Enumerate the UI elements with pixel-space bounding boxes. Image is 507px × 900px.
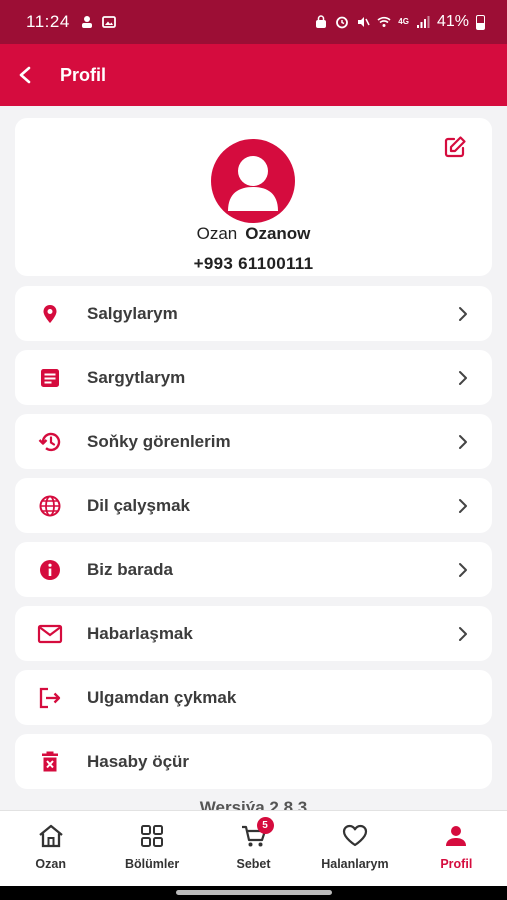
nav-label: Profil xyxy=(440,857,473,871)
menu-item-logout[interactable]: Ulgamdan çykmak xyxy=(15,670,492,725)
chevron-right-icon xyxy=(456,497,470,515)
nav-item-cart[interactable]: 5 Sebet xyxy=(203,811,304,886)
alarm-icon xyxy=(336,16,349,29)
menu-item-label: Biz barada xyxy=(87,559,173,579)
chevron-right-icon xyxy=(456,625,470,643)
chevron-right-icon xyxy=(456,433,470,451)
notification-app-icon xyxy=(81,16,92,28)
profile-name: Ozan Ozanow xyxy=(15,224,492,244)
menu-item-label: Hasaby öçür xyxy=(87,751,190,771)
app-bar: Profil xyxy=(0,44,507,106)
home-icon xyxy=(37,823,65,849)
menu-item-about[interactable]: Biz barada xyxy=(15,542,492,597)
menu-item-label: Dil çalyşmak xyxy=(87,495,191,515)
arrow-left-icon xyxy=(19,66,31,84)
chevron-right-icon xyxy=(456,369,470,387)
menu-item-addresses[interactable]: Salgylarym xyxy=(15,286,492,341)
mail-icon xyxy=(37,621,63,647)
globe-icon xyxy=(37,493,63,519)
menu-item-label: Sargytlarym xyxy=(87,367,186,387)
wifi-icon xyxy=(377,16,391,27)
profile-content: Ozan Ozanow +993 61100111 Salgylarym Sarg… xyxy=(0,106,507,810)
nav-label: Sebet xyxy=(236,857,271,871)
user-silhouette-icon xyxy=(228,156,278,211)
home-indicator[interactable] xyxy=(176,890,332,895)
gesture-bar xyxy=(0,886,507,900)
nav-item-profile[interactable]: Profil xyxy=(406,811,507,886)
chevron-right-icon xyxy=(456,561,470,579)
menu-item-recently-viewed[interactable]: Soňky görenlerim xyxy=(15,414,492,469)
avatar xyxy=(211,139,295,223)
bottom-navigation: Ozan Bölümler 5 Sebet Halanlarym Profil xyxy=(0,810,507,886)
mute-icon xyxy=(358,17,370,27)
back-button[interactable] xyxy=(6,55,46,95)
alarm-lock-icon xyxy=(316,15,327,28)
person-icon xyxy=(442,823,470,849)
profile-screen: 11:24 4G 41% Profil Ozan Ozanow +993 611… xyxy=(0,0,507,900)
history-icon xyxy=(37,429,63,455)
delete-account-icon xyxy=(37,749,63,775)
menu-item-label: Soňky görenlerim xyxy=(87,431,231,451)
first-name: Ozan xyxy=(196,224,238,243)
edit-icon xyxy=(444,136,466,158)
edit-profile-button[interactable] xyxy=(440,132,470,162)
chevron-right-icon xyxy=(456,305,470,323)
nav-item-favorites[interactable]: Halanlarym xyxy=(304,811,405,886)
battery-icon xyxy=(476,14,485,30)
menu-item-orders[interactable]: Sargytlarym xyxy=(15,350,492,405)
grid-icon xyxy=(138,823,166,849)
menu-item-label: Habarlaşmak xyxy=(87,623,193,643)
menu-item-label: Salgylarym xyxy=(87,303,178,323)
menu-item-delete-account[interactable]: Hasaby öçür xyxy=(15,734,492,789)
cart-icon: 5 xyxy=(240,817,274,849)
heart-icon xyxy=(341,823,369,849)
profile-phone: +993 61100111 xyxy=(193,254,314,273)
status-time: 11:24 xyxy=(26,12,70,31)
status-bar: 11:24 4G 41% xyxy=(0,0,507,44)
network-type: 4G xyxy=(398,17,409,26)
logout-icon xyxy=(37,685,63,711)
page-title: Profil xyxy=(60,64,107,85)
gallery-icon xyxy=(101,16,116,28)
app-version: Wersiýa 2.8.3 xyxy=(199,798,308,810)
nav-item-home[interactable]: Ozan xyxy=(0,811,101,886)
nav-label: Bölümler xyxy=(125,857,180,871)
location-pin-icon xyxy=(37,301,63,327)
nav-item-categories[interactable]: Bölümler xyxy=(101,811,202,886)
profile-card: Ozan Ozanow +993 61100111 xyxy=(15,118,492,276)
menu-item-label: Ulgamdan çykmak xyxy=(87,687,237,707)
nav-label: Ozan xyxy=(35,857,66,871)
menu-item-contact[interactable]: Habarlaşmak xyxy=(15,606,492,661)
info-icon xyxy=(37,557,63,583)
orders-list-icon xyxy=(37,365,63,391)
battery-percent: 41% xyxy=(436,13,469,30)
nav-label: Halanlarym xyxy=(321,857,389,871)
cart-badge: 5 xyxy=(256,817,274,834)
menu-item-language[interactable]: Dil çalyşmak xyxy=(15,478,492,533)
last-name: Ozanow xyxy=(245,224,311,243)
signal-icon xyxy=(416,16,430,28)
